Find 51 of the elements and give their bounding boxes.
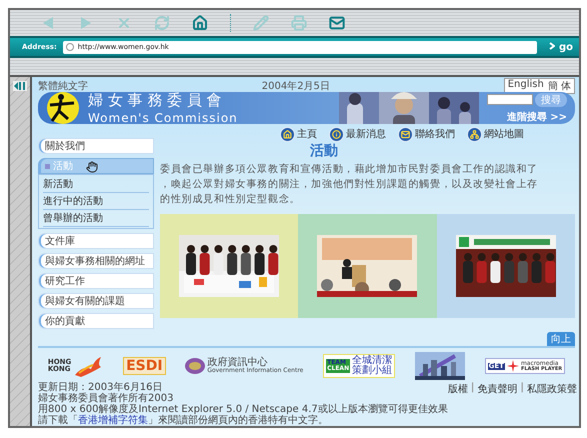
flash-icon: [506, 360, 519, 372]
sitemap-icon[interactable]: [467, 126, 482, 142]
footer-link[interactable]: 版權: [448, 382, 468, 396]
sidebar-item[interactable]: 你的貢獻: [38, 313, 154, 329]
sidebar-item[interactable]: 研究工作: [38, 273, 154, 289]
nav-link[interactable]: 聯絡我們: [398, 126, 455, 142]
footer-link[interactable]: 私隱政策聲: [527, 382, 578, 396]
footer-text: 請下載「香港增補字符集」來閱讀部份網頁內的香港特有中文字。: [38, 415, 329, 426]
hand-cursor-icon: [86, 161, 98, 173]
footer-link[interactable]: 免責聲明: [477, 382, 518, 396]
nav-link[interactable]: 主頁: [280, 126, 317, 142]
language-link[interactable]: 簡 体: [548, 78, 571, 92]
paragraph-line: 委員會已舉辦多項公眾教育和宣傳活動，藉此增加市民對委員會工作的認識和了: [160, 162, 539, 176]
paragraph-line: ，喚起公眾對婦女事務的關注，加強他們對性別課題的觸覺，以及改變社會上存: [160, 178, 539, 191]
sidebar-item[interactable]: 與婦女有關的課題: [38, 293, 154, 309]
submenu-item[interactable]: 新活動: [43, 176, 149, 193]
footer-text: 更新日期：2003年6月16日: [38, 382, 164, 393]
language-link[interactable]: English: [508, 78, 544, 92]
site-title: 婦 女 事 務 委 員 會: [88, 92, 223, 110]
collapse-icon[interactable]: [13, 81, 27, 91]
logo-text: 政府資訊中心: [207, 358, 268, 368]
separator-text: |: [520, 382, 524, 395]
paragraph-line: 的性別成見和性別定型觀念。: [160, 192, 302, 206]
go-button[interactable]: go: [543, 42, 579, 52]
footer-text: 用800 x 600解像度及Internet Explorer 5.0 / Netscape 4.7或以上版本瀏覽可得更佳效果: [38, 404, 448, 415]
nav-link[interactable]: 網站地圖: [467, 126, 524, 142]
sidebar-item[interactable]: 文件庫: [38, 233, 154, 249]
submenu-item[interactable]: 曾舉辦的活動: [43, 210, 149, 227]
bullet-icon: [45, 164, 50, 168]
sidebar-item[interactable]: 與婦女事務相關的網址: [38, 253, 154, 269]
site-subtitle: Women's Commission: [88, 111, 239, 124]
submenu-item[interactable]: 進行中的活動: [43, 193, 149, 210]
chevron-icon: [549, 42, 556, 50]
home-icon[interactable]: [192, 15, 208, 31]
info-icon[interactable]: [329, 126, 344, 142]
search-field[interactable]: [487, 94, 533, 105]
logo-text: 策劃小組: [352, 366, 392, 376]
nav-link[interactable]: 最新消息: [329, 126, 386, 142]
dragon-icon: [73, 355, 104, 377]
sidebar-item[interactable]: 關於我們: [38, 138, 154, 154]
footer-text: 婦女事務委員會著作所有2003: [38, 393, 174, 404]
section-heading: 活動: [310, 142, 339, 160]
globe-icon: [66, 43, 74, 51]
mail-icon[interactable]: [329, 15, 345, 31]
emblem-icon: [185, 358, 206, 374]
date-text: 2004年2月5日: [262, 80, 330, 92]
charset-link[interactable]: 香港增補字符集: [78, 415, 148, 426]
separator-text: |: [470, 382, 474, 395]
logo-text: 全城清潔: [352, 356, 392, 366]
text-only-link[interactable]: 繁體純文字: [38, 78, 88, 92]
logo-icon: [46, 92, 80, 124]
